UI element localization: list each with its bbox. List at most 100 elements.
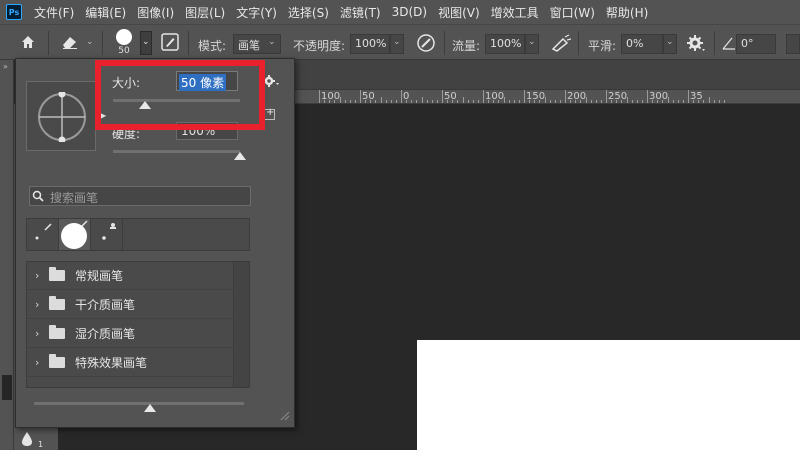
eraser-tool-icon[interactable] — [60, 34, 80, 50]
ruler-minor-tick — [349, 100, 351, 103]
folder-label: 特殊效果画笔 — [75, 356, 148, 370]
ruler-minor-tick — [539, 100, 541, 103]
document-canvas[interactable] — [417, 340, 800, 450]
pressure-size-toggle[interactable] — [786, 34, 800, 54]
angle-input[interactable]: 0° — [736, 34, 776, 54]
menu-layer[interactable]: 图层(L) — [185, 4, 225, 21]
brush-size-label: 50 — [118, 46, 130, 56]
menu-help[interactable]: 帮助(H) — [606, 4, 648, 21]
ruler-minor-tick — [334, 100, 336, 103]
new-preset-icon[interactable]: + — [264, 107, 275, 120]
ruler-minor-tick — [529, 100, 531, 103]
options-bar: ⌄ 50 ⌄ 模式: 画笔 ⌄ 不透明度: 100% ⌄ 流量: 100% ⌄ … — [0, 24, 800, 60]
toolbar-collapse-icon[interactable]: » — [3, 62, 8, 71]
water-drop-icon — [22, 432, 32, 446]
opacity-value: 100% — [355, 37, 387, 50]
ruler-minor-tick — [411, 100, 413, 103]
ruler-minor-tick — [703, 100, 705, 103]
angle-icon — [722, 37, 735, 50]
airbrush-icon[interactable] — [550, 33, 572, 53]
ruler-minor-tick — [718, 100, 720, 103]
ruler-minor-tick — [329, 100, 331, 103]
tool-slot-extra[interactable] — [44, 428, 58, 450]
hardness-slider-track[interactable] — [113, 150, 240, 153]
menu-window[interactable]: 窗口(W) — [550, 4, 595, 21]
brush-settings-panel-icon[interactable] — [161, 33, 179, 51]
folder-special-effects-brushes[interactable]: › 特殊效果画笔 — [27, 349, 233, 377]
menu-select[interactable]: 选择(S) — [288, 4, 329, 21]
menu-edit[interactable]: 编辑(E) — [85, 4, 126, 21]
toolbar-left: » — [0, 60, 14, 450]
ruler-minor-tick — [375, 100, 377, 103]
brush-search-input[interactable]: 搜索画笔 — [29, 186, 251, 206]
ruler-minor-tick — [570, 100, 572, 103]
opacity-input[interactable]: 100% — [350, 34, 390, 54]
recent-brush-2-selected[interactable] — [59, 219, 91, 250]
ruler-minor-tick — [621, 100, 623, 103]
ruler-minor-tick — [477, 100, 479, 103]
brush-tip-preview[interactable] — [26, 81, 96, 151]
search-icon — [32, 190, 44, 202]
menu-view[interactable]: 视图(V) — [438, 4, 480, 21]
home-icon[interactable] — [20, 34, 36, 50]
ruler-minor-tick — [467, 100, 469, 103]
pressure-opacity-icon[interactable] — [416, 33, 436, 53]
ruler-minor-tick — [600, 100, 602, 103]
folder-general-brushes[interactable]: › 常规画笔 — [27, 262, 233, 290]
ruler-minor-tick — [575, 100, 577, 103]
ruler-minor-tick — [498, 100, 500, 103]
ruler-minor-tick — [554, 100, 556, 103]
ruler-minor-tick — [652, 100, 654, 103]
smoothing-dropdown[interactable]: ⌄ — [663, 34, 677, 54]
brush-angle-roundness-icon — [38, 92, 86, 142]
folder-list-scrollbar[interactable] — [233, 262, 249, 387]
ruler-minor-tick — [641, 100, 643, 103]
flow-chevron-icon: ⌄ — [528, 37, 536, 47]
resize-grip-icon[interactable] — [278, 409, 290, 421]
tool-slot-blur[interactable]: 1 — [14, 428, 44, 450]
folder-wet-media-brushes[interactable]: › 湿介质画笔 — [27, 320, 233, 348]
menu-filter[interactable]: 滤镜(T) — [340, 4, 381, 21]
ruler-minor-tick — [667, 97, 669, 103]
recent-brushes — [26, 218, 250, 251]
ruler-major-tick — [319, 90, 320, 103]
ruler-minor-tick — [406, 100, 408, 103]
hardness-slider-thumb[interactable] — [234, 152, 246, 160]
menu-file[interactable]: 文件(F) — [34, 4, 74, 21]
recent-brush-3[interactable] — [91, 219, 123, 250]
expand-chevron-icon: › — [35, 269, 40, 282]
opacity-dropdown[interactable]: ⌄ — [390, 34, 404, 54]
brush-picker[interactable]: 50 — [112, 29, 136, 59]
preview-size-slider-thumb[interactable] — [143, 404, 156, 412]
ruler-major-tick — [606, 90, 607, 103]
ruler-tick-label: 35 — [690, 91, 703, 102]
mode-chevron-icon: ⌄ — [268, 37, 276, 47]
ruler-major-tick — [442, 90, 443, 103]
ruler-minor-tick — [595, 100, 597, 103]
color-swatch[interactable] — [2, 375, 12, 400]
ruler-minor-tick — [698, 100, 700, 103]
preview-size-slider-track[interactable] — [34, 402, 244, 405]
ruler-minor-tick — [385, 100, 387, 103]
logo-text: Ps — [8, 7, 20, 17]
ruler-minor-tick — [462, 97, 464, 103]
flow-input[interactable]: 100% — [485, 34, 525, 54]
ruler-major-tick — [360, 90, 361, 103]
ruler-minor-tick — [657, 100, 659, 103]
menu-image[interactable]: 图像(I) — [137, 4, 174, 21]
smoothing-value: 0% — [626, 37, 644, 50]
expand-chevron-icon: › — [35, 298, 40, 311]
smoothing-settings-gear-icon[interactable] — [686, 34, 706, 52]
flow-dropdown[interactable]: ⌄ — [525, 34, 539, 54]
menu-type[interactable]: 文字(Y) — [236, 4, 277, 21]
folder-dry-media-brushes[interactable]: › 干介质画笔 — [27, 291, 233, 319]
brush-picker-toggle[interactable]: ⌄ — [140, 31, 152, 55]
ruler-minor-tick — [672, 100, 674, 103]
tool-preset-chevron-icon[interactable]: ⌄ — [86, 37, 94, 47]
plus-icon: + — [266, 107, 275, 118]
ruler-minor-tick — [518, 100, 520, 103]
smoothing-input[interactable]: 0% — [621, 34, 663, 54]
recent-brush-1[interactable] — [27, 219, 59, 250]
menu-plugins[interactable]: 增效工具 — [491, 4, 539, 21]
menu-3d[interactable]: 3D(D) — [392, 5, 427, 19]
